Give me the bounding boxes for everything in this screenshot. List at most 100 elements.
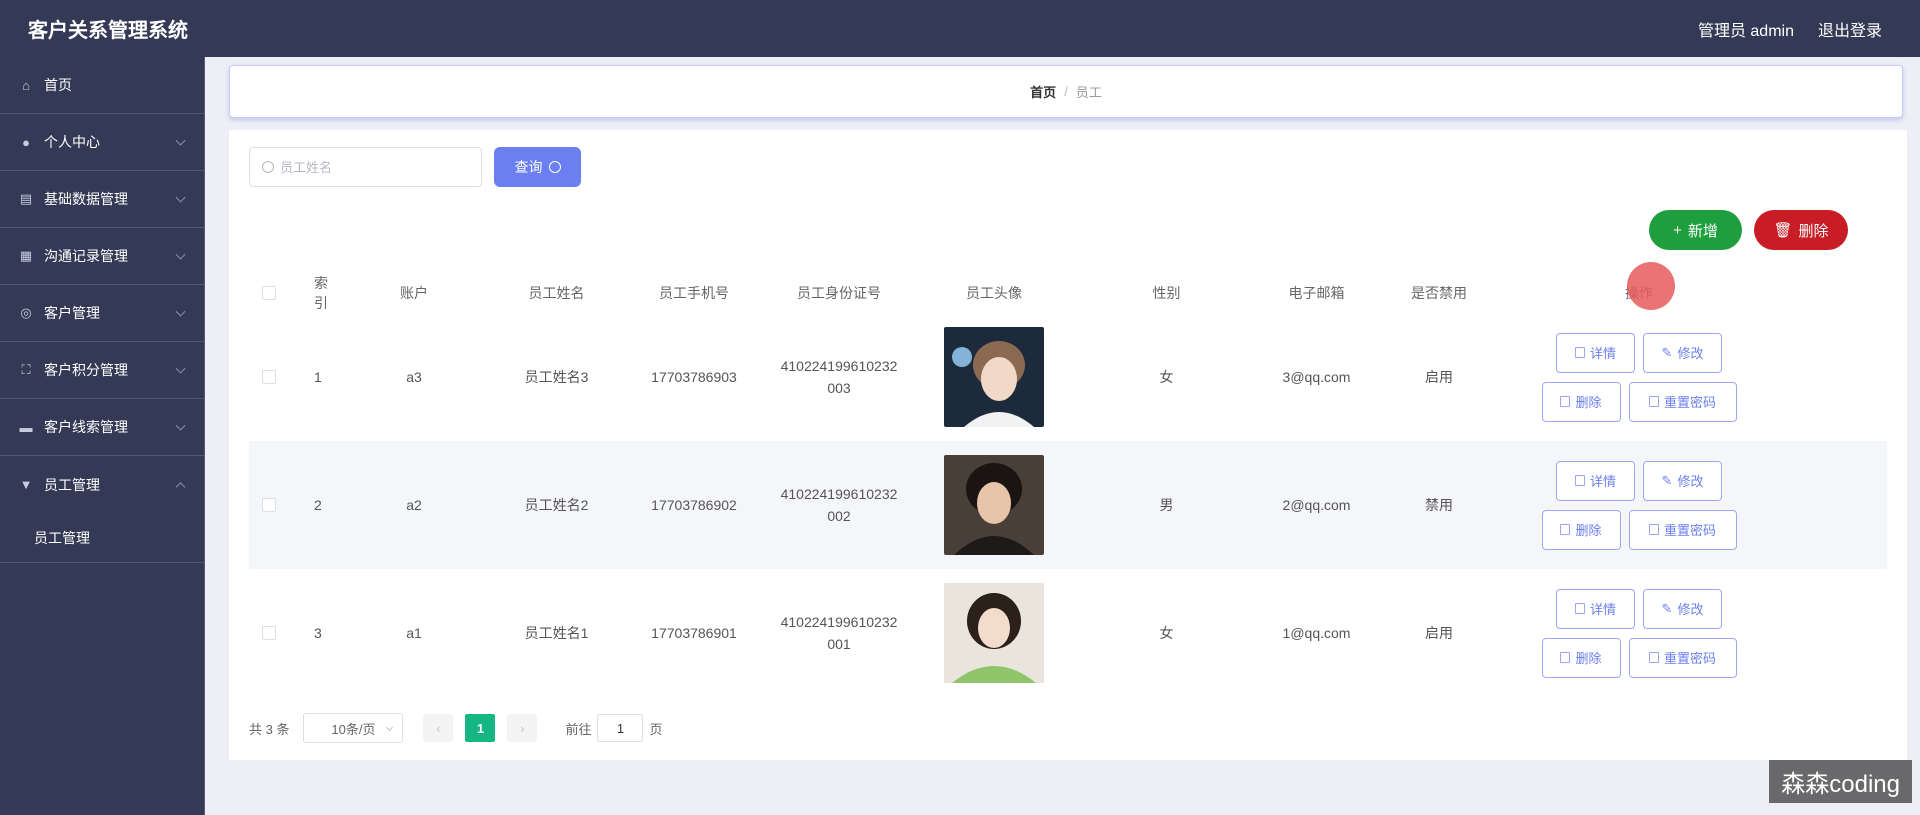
- batch-delete-button[interactable]: 🗑 删除: [1754, 210, 1848, 250]
- cell-name: 员工姓名1: [524, 625, 589, 641]
- sidebar-item-communication[interactable]: ▦ 沟通记录管理: [0, 228, 204, 285]
- page-size-select[interactable]: 10条/页: [303, 713, 404, 743]
- cell-account: a2: [406, 497, 422, 513]
- table-row: 2 a2 员工姓名2 17703786902 41022419961023200…: [249, 441, 1887, 569]
- cell-disabled-status: 启用: [1425, 369, 1453, 385]
- reset-password-button[interactable]: 重置密码: [1628, 637, 1737, 678]
- sidebar-item-home[interactable]: ⌂ 首页: [0, 57, 204, 114]
- table-row: 3 a1 员工姓名1 17703786901 41022419961023200…: [249, 569, 1887, 697]
- avatar[interactable]: [944, 583, 1044, 683]
- next-page-button[interactable]: ›: [507, 714, 538, 742]
- document-icon: [1574, 603, 1585, 614]
- sidebar-item-label: 基础数据管理: [44, 191, 128, 207]
- cell-id-card: 410224199610232003: [780, 358, 898, 396]
- sidebar-item-customers[interactable]: ◎ 客户管理: [0, 285, 204, 342]
- delete-label: 删除: [1575, 651, 1602, 666]
- delete-button-label: 删除: [1798, 222, 1829, 240]
- home-icon: ⌂: [22, 77, 30, 93]
- row-checkbox[interactable]: [262, 498, 276, 512]
- delete-label: 删除: [1575, 395, 1602, 410]
- cell-disabled-status: 启用: [1425, 625, 1453, 641]
- column-header: 索引: [314, 275, 328, 311]
- logout-link[interactable]: 退出登录: [1818, 17, 1882, 41]
- chevron-up-icon: [175, 481, 186, 492]
- search-field[interactable]: [249, 147, 482, 187]
- edit-label: 修改: [1677, 474, 1704, 489]
- edit-button[interactable]: ✎ 修改: [1643, 588, 1722, 629]
- select-all-checkbox[interactable]: [262, 286, 276, 300]
- row-checkbox[interactable]: [262, 370, 276, 384]
- delete-button[interactable]: 删除: [1541, 637, 1621, 678]
- add-button-label: 新增: [1687, 222, 1718, 240]
- submenu-item-staff[interactable]: 员工管理: [0, 513, 204, 563]
- app-title: 客户关系管理系统: [28, 20, 188, 42]
- detail-button[interactable]: 详情: [1556, 332, 1635, 373]
- column-header: 性别: [1152, 285, 1181, 301]
- avatar[interactable]: [944, 327, 1044, 427]
- search-input[interactable]: [280, 159, 470, 175]
- edit-icon: ✎: [1661, 344, 1673, 360]
- detail-button[interactable]: 详情: [1556, 588, 1635, 629]
- globe-icon: ◎: [20, 305, 32, 320]
- reset-password-button[interactable]: 重置密码: [1628, 509, 1737, 550]
- row-checkbox[interactable]: [262, 626, 276, 640]
- sidebar-item-label: 首页: [44, 77, 72, 93]
- detail-button[interactable]: 详情: [1556, 460, 1635, 501]
- breadcrumb-home[interactable]: 首页: [1030, 82, 1056, 101]
- edit-icon: ✎: [1661, 472, 1673, 488]
- admin-user-label[interactable]: 管理员 admin: [1698, 17, 1794, 41]
- sidebar-item-customer-leads[interactable]: ▬ 客户线索管理: [0, 399, 204, 456]
- user-icon: ●: [22, 134, 30, 150]
- page-number-current[interactable]: 1: [465, 714, 496, 742]
- top-navbar: 客户关系管理系统 管理员 admin 退出登录: [0, 0, 1920, 57]
- document-icon: [1648, 652, 1659, 663]
- reset-password-button[interactable]: 重置密码: [1628, 381, 1737, 422]
- sidebar-item-label: 客户管理: [44, 305, 100, 321]
- edit-button[interactable]: ✎ 修改: [1643, 460, 1722, 501]
- document-icon: [1648, 524, 1659, 535]
- cell-phone: 17703786901: [651, 625, 737, 641]
- column-header: 账户: [400, 285, 428, 301]
- sidebar-item-customer-points[interactable]: ⛶ 客户积分管理: [0, 342, 204, 399]
- chevron-down-icon: [175, 420, 186, 431]
- document-icon: [1574, 347, 1585, 358]
- chevron-down-icon: [175, 249, 186, 260]
- cell-account: a1: [406, 625, 422, 641]
- chevron-down-icon: [175, 135, 186, 146]
- cell-gender: 女: [1159, 369, 1174, 385]
- chevron-down-icon: [175, 306, 186, 317]
- edit-label: 修改: [1677, 346, 1704, 361]
- detail-label: 详情: [1589, 474, 1616, 489]
- pagination-total: 共 3 条: [249, 721, 290, 737]
- avatar[interactable]: [944, 455, 1044, 555]
- cell-phone: 17703786903: [651, 369, 737, 385]
- chat-icon: ▦: [19, 248, 33, 263]
- delete-button[interactable]: 删除: [1541, 509, 1621, 550]
- trash-icon: [1560, 652, 1571, 663]
- cell-index: 2: [314, 497, 322, 513]
- message-icon: ▬: [19, 419, 33, 435]
- delete-label: 删除: [1575, 523, 1602, 538]
- column-header: 员工手机号: [659, 285, 729, 301]
- query-button[interactable]: 查询: [494, 147, 581, 187]
- sidebar-item-basic-data[interactable]: ▤ 基础数据管理: [0, 171, 204, 228]
- goto-page-input[interactable]: [597, 714, 644, 742]
- delete-button[interactable]: 删除: [1541, 381, 1621, 422]
- cell-account: a3: [406, 369, 422, 385]
- cell-phone: 17703786902: [651, 497, 737, 513]
- cell-id-card: 410224199610232001: [780, 614, 898, 652]
- sidebar-item-personal-center[interactable]: ● 个人中心: [0, 114, 204, 171]
- staff-icon: ▼: [19, 477, 33, 492]
- search-icon: [548, 161, 561, 173]
- cell-email: 3@qq.com: [1282, 369, 1351, 385]
- edit-button[interactable]: ✎ 修改: [1643, 332, 1722, 373]
- edit-icon: ✎: [1661, 600, 1673, 616]
- reset-password-label: 重置密码: [1663, 395, 1716, 410]
- add-button[interactable]: + 新增: [1649, 210, 1742, 250]
- search-icon: [262, 161, 274, 173]
- document-icon: [1574, 475, 1585, 486]
- cell-name: 员工姓名3: [524, 369, 589, 385]
- prev-page-button[interactable]: ‹: [423, 714, 454, 742]
- sidebar-item-staff[interactable]: ▼ 员工管理: [0, 456, 204, 513]
- mouse-cursor-highlight: [1627, 262, 1675, 310]
